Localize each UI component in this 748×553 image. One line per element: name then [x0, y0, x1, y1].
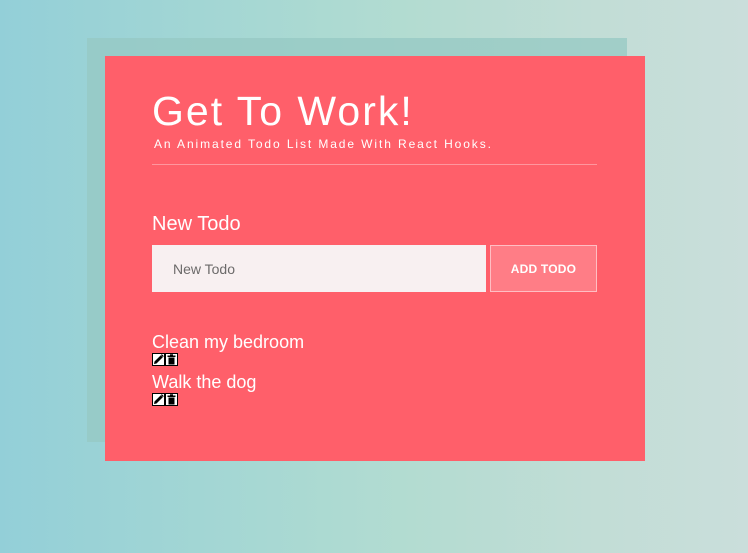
- todo-item: Walk the dog: [152, 372, 304, 407]
- todo-app-card: Get To Work! An Animated Todo List Made …: [105, 56, 645, 461]
- new-todo-label: New Todo: [152, 213, 241, 235]
- todo-text: Walk the dog: [152, 372, 257, 392]
- edit-todo-button[interactable]: [152, 393, 165, 406]
- todo-actions: [152, 393, 304, 407]
- app-subtitle: An Animated Todo List Made With React Ho…: [154, 137, 493, 151]
- pencil-icon: [154, 394, 164, 404]
- pencil-icon: [154, 354, 164, 364]
- edit-todo-button[interactable]: [152, 353, 165, 366]
- todo-actions: [152, 353, 304, 367]
- new-todo-row: ADD TODO: [152, 245, 597, 292]
- delete-todo-button[interactable]: [165, 353, 178, 366]
- app-title: Get To Work!: [152, 88, 414, 134]
- trash-icon: [167, 394, 176, 405]
- app-header: Get To Work! An Animated Todo List Made …: [152, 86, 597, 165]
- new-todo-input[interactable]: [152, 245, 486, 292]
- trash-icon: [167, 354, 176, 365]
- todo-text: Clean my bedroom: [152, 332, 305, 352]
- delete-todo-button[interactable]: [165, 393, 178, 406]
- add-todo-button[interactable]: ADD TODO: [490, 245, 597, 292]
- todo-list: Clean my bedroom Walk the dog: [152, 332, 304, 412]
- new-todo-form: New Todo ADD TODO: [152, 212, 597, 292]
- todo-item: Clean my bedroom: [152, 332, 304, 367]
